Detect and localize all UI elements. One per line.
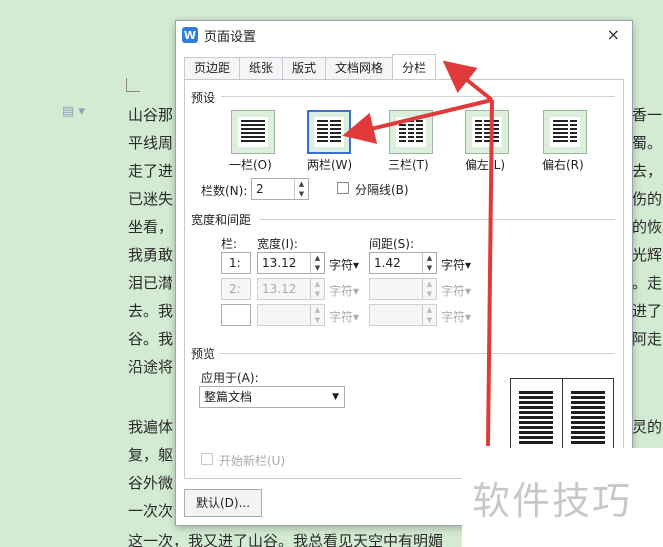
columns-count-value: 2 (256, 182, 264, 196)
col-2-spacing-unit: 字符▾ (441, 284, 472, 298)
preset-two-columns[interactable] (307, 110, 351, 154)
document-line: 蜀。ま (632, 134, 663, 152)
preset-right[interactable] (543, 110, 587, 154)
new-column-label: 开始新栏(U) (219, 454, 286, 468)
document-line: 山谷那 (128, 106, 174, 124)
divider-label: 分隔线(B) (355, 183, 409, 197)
document-line: 这一次，我又进了山谷。我总看见天空中有明媚 (128, 532, 444, 547)
width-header: 宽度(I): (257, 237, 298, 251)
stepper-arrows-icon: ▲ ▼ (422, 305, 436, 325)
apply-to-select[interactable]: 整篇文档 ▼ (199, 386, 345, 408)
margin-corner-mark (126, 78, 140, 92)
document-line: 沿途将 (128, 358, 174, 376)
columns-preview (510, 378, 614, 451)
preset-three-columns-label: 三栏(T) (388, 158, 429, 172)
default-button[interactable]: 默认(D)... (184, 489, 262, 517)
document-line: 复，躯 (128, 446, 174, 464)
columns-count-stepper[interactable]: 2 ▲ ▼ (251, 178, 309, 200)
col-1-width-stepper[interactable]: 13.12 ▲ ▼ (257, 252, 325, 274)
document-line: 谷外微 (128, 474, 174, 492)
tab-doc-grid[interactable]: 文档网格 (325, 57, 394, 79)
apply-to-label: 应用于(A): (201, 371, 259, 385)
document-line: 阿走 (632, 330, 663, 348)
document-line: 。走 (632, 274, 663, 292)
preset-three-columns[interactable] (389, 110, 433, 154)
preset-left-label: 偏左(L) (465, 158, 506, 172)
document-line: 已迷失 (128, 190, 174, 208)
col-number-1: 1: (221, 252, 251, 274)
columns-count-label: 栏数(N): (201, 184, 248, 198)
col-2-width-stepper: 13.12 ▲ ▼ (257, 278, 325, 300)
tab-layout[interactable]: 版式 (282, 57, 327, 79)
stepper-arrows-icon[interactable]: ▲ ▼ (422, 253, 436, 273)
preview-page-fold (562, 379, 563, 451)
preset-one-column-label: 一栏(O) (229, 158, 272, 172)
document-line: 我遍体 (128, 418, 174, 436)
col-1-spacing-unit[interactable]: 字符▾ (441, 256, 471, 273)
col-2-width-unit: 字符▾ (329, 284, 360, 298)
document-line: 谷。我 (128, 330, 174, 348)
presets-section-label: 预设 (191, 89, 220, 106)
stepper-arrows-icon[interactable]: ▲ ▼ (294, 179, 308, 199)
presets-rule (221, 96, 615, 97)
preset-two-columns-label: 两栏(W) (307, 158, 353, 172)
col-3-width-unit: 字符▾ (329, 310, 360, 324)
tab-columns[interactable]: 分栏 (392, 54, 437, 79)
document-line: 坐看， (128, 218, 174, 236)
dialog-titlebar: W 页面设置 (176, 21, 632, 49)
document-line: 进了 (632, 302, 663, 320)
close-icon[interactable]: × (607, 25, 620, 44)
width-spacing-section-label: 宽度和间距 (191, 211, 256, 228)
preview-column-left (519, 391, 553, 445)
col-3-width-stepper: ▲ ▼ (257, 304, 325, 326)
width-spacing-rule (259, 219, 615, 220)
document-line: 灵的 (632, 418, 663, 436)
col-1-spacing-stepper[interactable]: 1.42 ▲ ▼ (369, 252, 437, 274)
stepper-arrows-icon: ▲ ▼ (310, 279, 324, 299)
document-line: 我勇敢 (128, 246, 174, 264)
preview-column-right (571, 391, 605, 445)
new-column-checkbox (201, 453, 213, 465)
col-number-3 (221, 304, 251, 326)
divider-checkbox[interactable] (337, 182, 349, 194)
stepper-arrows-icon: ▲ ▼ (422, 279, 436, 299)
document-line: 光辉吋 (632, 246, 663, 264)
dialog-tabs: 页边距 纸张 版式 文档网格 分栏 (184, 54, 437, 79)
col-3-spacing-unit: 字符▾ (441, 310, 472, 324)
document-line: 去。我 (128, 302, 174, 320)
document-line: 走了进 (128, 162, 174, 180)
document-line: 香一カ (632, 106, 663, 124)
document-line: 泪已潸 (128, 274, 174, 292)
preset-left[interactable] (465, 110, 509, 154)
col-number-2: 2: (221, 278, 251, 300)
preset-right-label: 偏右(R) (542, 158, 584, 172)
dropdown-arrow-icon: ▼ (332, 392, 339, 402)
document-line: 伤的 (632, 190, 663, 208)
document-line: 去，ま (632, 162, 663, 180)
dialog-title: 页面设置 (204, 29, 257, 45)
preview-section-label: 预览 (191, 345, 220, 362)
stepper-arrows-icon: ▲ ▼ (310, 305, 324, 325)
spacing-header: 间距(S): (369, 237, 415, 251)
tab-margins[interactable]: 页边距 (184, 57, 241, 79)
wps-app-icon: W (182, 27, 198, 43)
col-1-width-unit[interactable]: 字符▾ (329, 256, 359, 273)
document-line: 平线周 (128, 134, 174, 152)
document-line: 的恢复 (632, 218, 663, 236)
col-2-spacing-stepper: ▲ ▼ (369, 278, 437, 300)
tab-paper[interactable]: 纸张 (239, 57, 284, 79)
stepper-arrows-icon[interactable]: ▲ ▼ (310, 253, 324, 273)
preview-rule (219, 353, 615, 354)
col-header: 栏: (221, 237, 238, 251)
watermark-text: 软件技巧 (472, 479, 633, 523)
paragraph-marker-icon[interactable]: ▤ ▾ (62, 104, 85, 119)
document-line: 一次次 (128, 502, 174, 520)
preset-one-column[interactable] (231, 110, 275, 154)
col-3-spacing-stepper: ▲ ▼ (369, 304, 437, 326)
